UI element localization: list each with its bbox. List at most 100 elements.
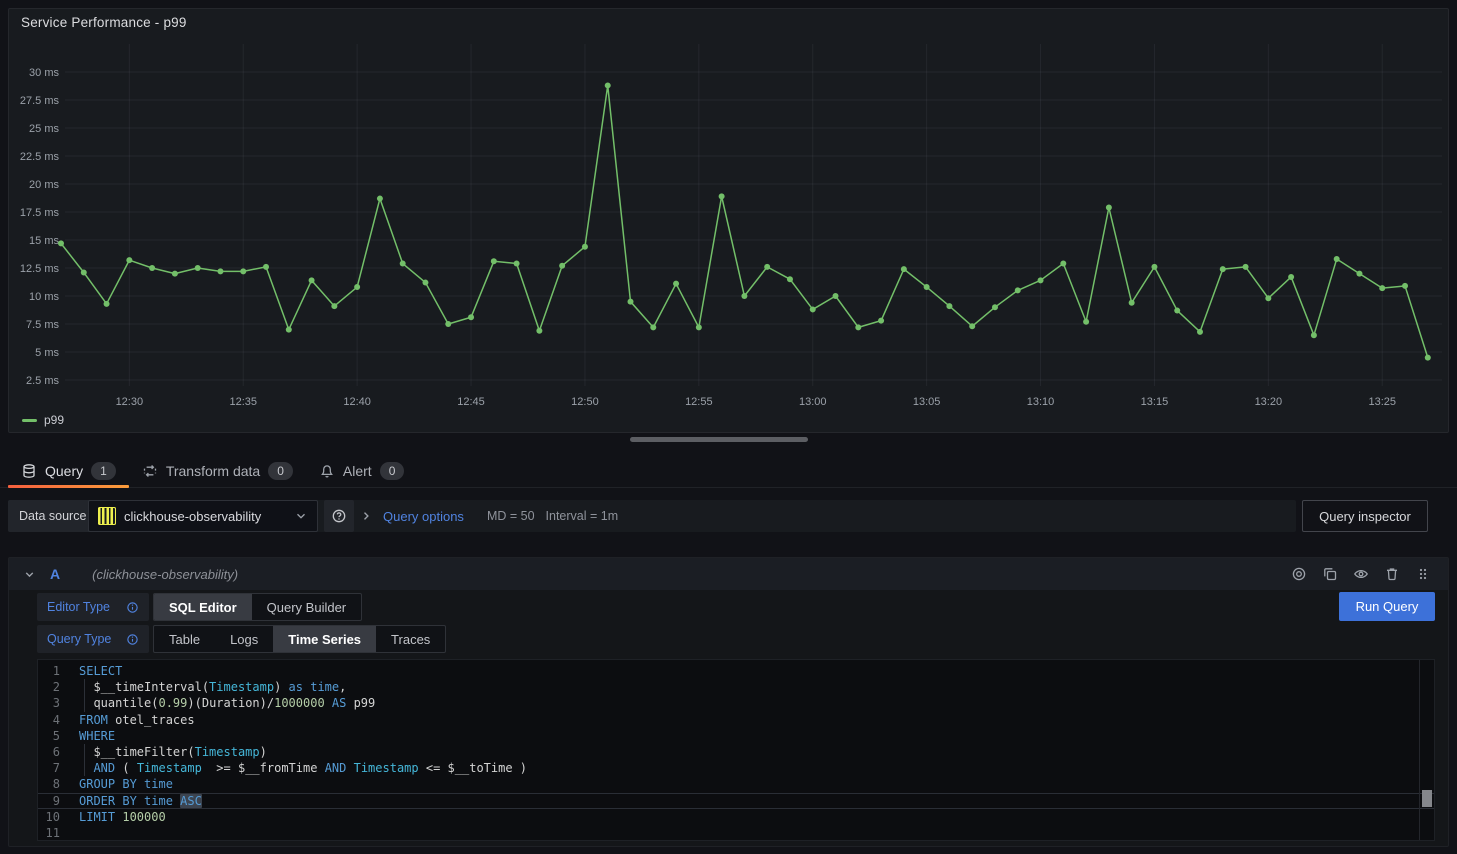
panel-editor-tabbar: Query 1 Transform data 0 Alert 0 — [0, 454, 1457, 488]
editor-type-option-sql-editor[interactable]: SQL Editor — [154, 594, 252, 620]
overview-ruler-decoration — [1422, 790, 1432, 807]
info-circle-icon[interactable] — [126, 633, 139, 646]
query-options-max-data-points: MD = 50 — [487, 509, 535, 523]
line-number: 9 — [38, 793, 60, 809]
svg-text:10 ms: 10 ms — [29, 291, 59, 303]
query-type-label-chip: Query Type — [37, 625, 149, 653]
horizontal-scrollbar-handle[interactable] — [630, 437, 808, 442]
overview-ruler[interactable] — [1419, 660, 1434, 840]
code-line-11[interactable]: 11 — [38, 825, 1434, 841]
tab-query[interactable]: Query 1 — [8, 454, 129, 487]
transform-icon — [142, 463, 158, 479]
svg-text:13:10: 13:10 — [1027, 396, 1055, 408]
svg-text:12:55: 12:55 — [685, 396, 713, 408]
code-line-1[interactable]: 1SELECT — [38, 663, 1434, 679]
clickhouse-logo-icon — [98, 507, 116, 525]
tab-alert[interactable]: Alert 0 — [306, 454, 417, 487]
tab-transform-data[interactable]: Transform data 0 — [129, 454, 306, 487]
line-number: 2 — [38, 679, 60, 695]
svg-text:7.5 ms: 7.5 ms — [26, 319, 60, 331]
query-type-option-logs[interactable]: Logs — [215, 626, 273, 652]
tab-label: Query — [45, 463, 83, 479]
code-line-4[interactable]: 4FROM otel_traces — [38, 712, 1434, 728]
svg-text:27.5 ms: 27.5 ms — [20, 95, 60, 107]
query-row-header[interactable]: A (clickhouse-observability) — [9, 558, 1448, 590]
svg-text:13:00: 13:00 — [799, 396, 827, 408]
svg-text:12:30: 12:30 — [116, 396, 144, 408]
code-line-7[interactable]: 7 AND ( Timestamp >= $__fromTime AND Tim… — [38, 760, 1434, 776]
code-line-8[interactable]: 8GROUP BY time — [38, 776, 1434, 792]
hide-query-button[interactable] — [1350, 563, 1372, 585]
svg-text:15 ms: 15 ms — [29, 235, 59, 247]
svg-text:12:40: 12:40 — [343, 396, 371, 408]
query-type-group: Table Logs Time Series Traces — [153, 625, 446, 653]
active-tab-underline — [8, 485, 129, 488]
circle-dot-icon — [1291, 566, 1307, 582]
query-options-interval: Interval = 1m — [546, 509, 619, 523]
svg-text:12:50: 12:50 — [571, 396, 599, 408]
datasource-picker[interactable]: clickhouse-observability — [88, 500, 318, 532]
editor-type-label: Editor Type — [47, 600, 110, 614]
indent-guide — [84, 744, 85, 760]
svg-text:13:20: 13:20 — [1255, 396, 1283, 408]
editor-type-group: SQL Editor Query Builder — [153, 593, 362, 621]
chevron-right-icon[interactable] — [360, 510, 372, 522]
svg-text:20 ms: 20 ms — [29, 179, 59, 191]
code-line-6[interactable]: 6 $__timeFilter(Timestamp) — [38, 744, 1434, 760]
query-status-button[interactable] — [1288, 563, 1310, 585]
code-lines: 1SELECT2 $__timeInterval(Timestamp) as t… — [38, 660, 1434, 841]
code-line-10[interactable]: 10LIMIT 100000 — [38, 809, 1434, 825]
svg-text:5 ms: 5 ms — [35, 347, 59, 359]
chart-legend: p99 — [22, 413, 64, 427]
query-type-row: Query Type Table Logs Time Series Traces — [37, 625, 446, 653]
datasource-help-button[interactable] — [324, 500, 354, 532]
query-options-toggle[interactable]: Query options — [383, 509, 464, 524]
panel-title[interactable]: Service Performance - p99 — [21, 15, 187, 30]
query-actions — [1288, 563, 1434, 585]
code-line-3[interactable]: 3 quantile(0.99)(Duration)/1000000 AS p9… — [38, 695, 1434, 711]
duplicate-query-button[interactable] — [1319, 563, 1341, 585]
indent-guide — [84, 695, 85, 711]
question-circle-icon — [331, 508, 347, 524]
datasource-picker-value: clickhouse-observability — [124, 509, 286, 524]
grafana-panel-edit-page: Service Performance - p99 12:3012:3512:4… — [0, 0, 1457, 854]
svg-text:2.5 ms: 2.5 ms — [26, 375, 60, 387]
line-number: 5 — [38, 728, 60, 744]
svg-text:25 ms: 25 ms — [29, 123, 59, 135]
query-inspector-button[interactable]: Query inspector — [1302, 500, 1428, 532]
info-circle-icon[interactable] — [126, 601, 139, 614]
line-number: 11 — [38, 825, 60, 841]
query-type-option-table[interactable]: Table — [154, 626, 215, 652]
svg-text:12.5 ms: 12.5 ms — [20, 263, 60, 275]
grip-dots-icon — [1415, 566, 1431, 582]
editor-type-option-query-builder[interactable]: Query Builder — [252, 594, 361, 620]
svg-text:17.5 ms: 17.5 ms — [20, 207, 60, 219]
sql-code-editor[interactable]: 1SELECT2 $__timeInterval(Timestamp) as t… — [37, 659, 1435, 841]
query-type-option-traces[interactable]: Traces — [376, 626, 445, 652]
line-number: 8 — [38, 776, 60, 792]
query-type-option-time-series[interactable]: Time Series — [273, 626, 376, 652]
chevron-down-icon[interactable] — [23, 568, 36, 581]
line-number: 4 — [38, 712, 60, 728]
legend-series-label[interactable]: p99 — [44, 413, 64, 427]
tab-label: Transform data — [166, 463, 260, 479]
line-number: 7 — [38, 760, 60, 776]
svg-text:12:45: 12:45 — [457, 396, 485, 408]
eye-icon — [1353, 566, 1369, 582]
svg-text:22.5 ms: 22.5 ms — [20, 151, 60, 163]
timeseries-chart[interactable]: 12:3012:3512:4012:4512:5012:5513:0013:05… — [9, 9, 1448, 432]
indent-guide — [84, 679, 85, 695]
code-line-2[interactable]: 2 $__timeInterval(Timestamp) as time, — [38, 679, 1434, 695]
legend-series-marker — [22, 419, 37, 422]
query-datasource-hint: (clickhouse-observability) — [92, 567, 238, 582]
chevron-down-icon — [294, 509, 308, 523]
line-number: 10 — [38, 809, 60, 825]
code-line-9[interactable]: 9ORDER BY time ASC — [38, 793, 1434, 809]
datasource-label: Data source — [8, 500, 97, 532]
svg-text:13:15: 13:15 — [1141, 396, 1169, 408]
delete-query-button[interactable] — [1381, 563, 1403, 585]
run-query-button[interactable]: Run Query — [1339, 592, 1435, 621]
code-line-5[interactable]: 5WHERE — [38, 728, 1434, 744]
indent-guide — [84, 760, 85, 776]
drag-query-handle[interactable] — [1412, 563, 1434, 585]
